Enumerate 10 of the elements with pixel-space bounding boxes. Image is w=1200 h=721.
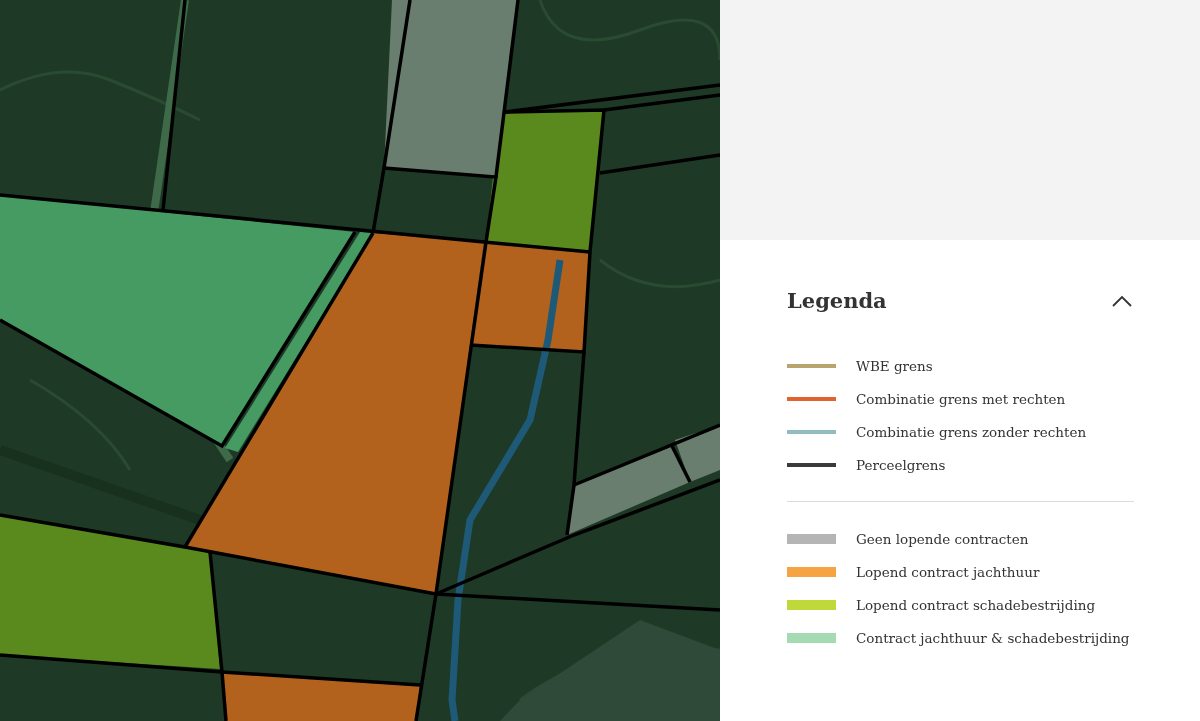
chevron-up-icon bbox=[1112, 294, 1132, 307]
legend-title: Legenda bbox=[787, 288, 887, 313]
legend-label: Perceelgrens bbox=[856, 456, 946, 473]
legend-label: Lopend contract schadebestrijding bbox=[856, 596, 1096, 613]
legend-label: Combinatie grens zonder rechten bbox=[856, 423, 1087, 440]
legend-label: Combinatie grens met rechten bbox=[856, 390, 1066, 407]
legend-label: Contract jachthuur & schadebestrijding bbox=[856, 629, 1130, 646]
legend-label: Lopend contract jachthuur bbox=[856, 563, 1040, 580]
legend-label: WBE grens bbox=[856, 357, 933, 374]
legend-label: Geen lopende contracten bbox=[856, 530, 1029, 547]
